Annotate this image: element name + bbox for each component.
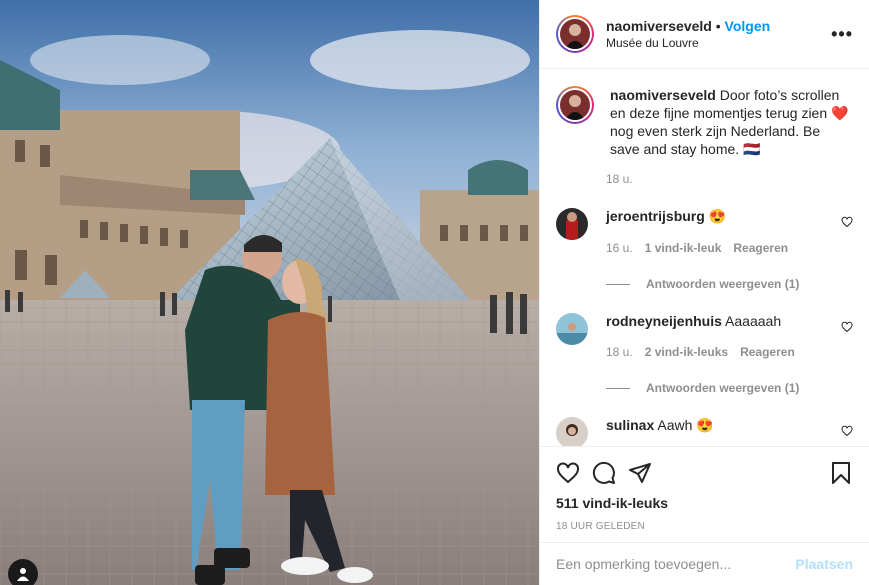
post-timestamp[interactable]: 18 UUR GELEDEN (556, 521, 853, 532)
post-header: naomiverseveld • Volgen Musée du Louvre … (540, 0, 869, 69)
header-separator: • (715, 18, 721, 34)
comment-likes[interactable]: 1 vind-ik-leuk (645, 241, 722, 255)
bookmark-icon[interactable] (829, 461, 853, 485)
follow-button[interactable]: Volgen (725, 18, 771, 34)
post-photo[interactable] (0, 0, 539, 585)
comment-text: 😍 (708, 208, 727, 224)
comment-item: rodneyneijenhuis Aaaaaah 18 u. 2 vind-ik… (556, 313, 853, 395)
view-replies-button[interactable]: Antwoorden weergeven (1) (606, 381, 846, 395)
more-dots-icon[interactable]: ••• (831, 24, 853, 45)
caption: naomiverseveld Door foto’s scrollen en d… (556, 86, 853, 158)
replies-divider (606, 283, 630, 285)
comment-text: Aaaaaah (725, 313, 782, 329)
comment-like-heart-icon[interactable] (841, 216, 853, 228)
comment-time[interactable]: 16 u. (606, 241, 633, 255)
comment-input[interactable] (556, 556, 796, 572)
comment-item: jeroentrijsburg 😍 16 u. 1 vind-ik-leuk R… (556, 208, 853, 291)
comment-like-heart-icon[interactable] (841, 425, 853, 437)
avatar-image (560, 90, 590, 120)
post-comment-button[interactable]: Plaatsen (795, 556, 853, 572)
heart-icon[interactable] (556, 461, 580, 485)
tagged-user-button[interactable] (8, 559, 38, 585)
share-icon[interactable] (628, 461, 652, 485)
view-replies-button[interactable]: Antwoorden weergeven (1) (606, 277, 846, 291)
likes-count[interactable]: 511 vind-ik-leuks (556, 495, 853, 511)
comment-avatar[interactable] (556, 417, 588, 446)
comment-avatar[interactable] (556, 208, 588, 240)
header-username[interactable]: naomiverseveld (606, 18, 712, 34)
avatar-image (556, 208, 588, 240)
instagram-post: naomiverseveld • Volgen Musée du Louvre … (0, 0, 869, 585)
comment-username[interactable]: sulinax (606, 417, 654, 433)
location-link[interactable]: Musée du Louvre (606, 36, 831, 50)
view-replies-label: Antwoorden weergeven (1) (646, 277, 800, 291)
comment-text: Aawh 😍 (657, 417, 714, 433)
comment-avatar[interactable] (556, 313, 588, 345)
caption-time: 18 u. (606, 172, 633, 186)
post-actions: 511 vind-ik-leuks 18 UUR GELEDEN (540, 446, 869, 532)
caption-avatar[interactable] (556, 86, 594, 124)
comment-likes[interactable]: 2 vind-ik-leuks (645, 345, 728, 359)
avatar-image (556, 417, 588, 446)
comment-icon[interactable] (592, 461, 616, 485)
view-replies-label: Antwoorden weergeven (1) (646, 381, 800, 395)
person-icon (17, 568, 29, 581)
add-comment-bar: Plaatsen (540, 542, 869, 585)
avatar-image (556, 313, 588, 345)
comment-username[interactable]: jeroentrijsburg (606, 208, 705, 224)
reply-button[interactable]: Reageren (740, 345, 795, 359)
reply-button[interactable]: Reageren (733, 241, 788, 255)
comment-like-heart-icon[interactable] (841, 321, 853, 333)
comments-list[interactable]: naomiverseveld Door foto’s scrollen en d… (540, 70, 869, 446)
louvre-photo (0, 0, 539, 585)
caption-username[interactable]: naomiverseveld (610, 87, 716, 103)
comment-username[interactable]: rodneyneijenhuis (606, 313, 722, 329)
comment-time[interactable]: 18 u. (606, 345, 633, 359)
comment-item: sulinax Aawh 😍 (556, 417, 853, 446)
avatar-image (560, 19, 590, 49)
replies-divider (606, 387, 630, 389)
post-sidebar: naomiverseveld • Volgen Musée du Louvre … (539, 0, 869, 585)
avatar[interactable] (556, 15, 594, 53)
